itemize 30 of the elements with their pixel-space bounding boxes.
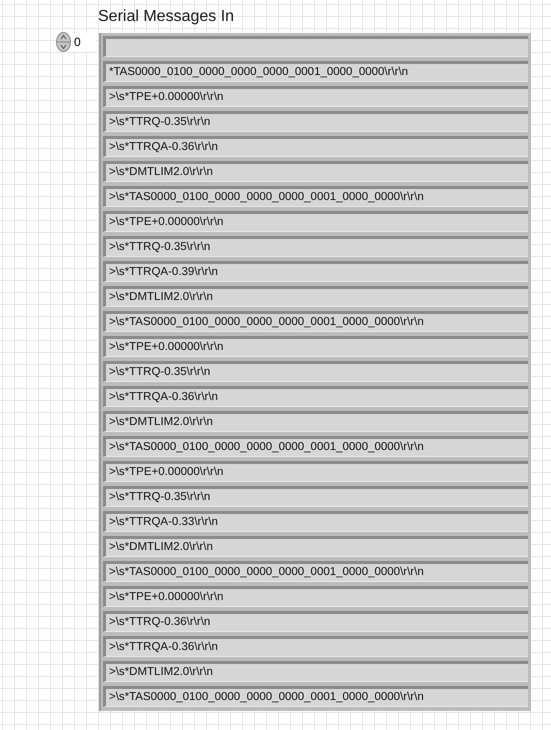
string-element[interactable]: >\s*TTRQ-0.35\r\r\n [103, 361, 528, 382]
string-element[interactable]: >\s*TTRQA-0.33\r\r\n [103, 511, 528, 532]
string-element[interactable]: >\s*DMTLIM2.0\r\r\n [103, 661, 528, 682]
string-element[interactable]: >\s*TAS0000_0100_0000_0000_0000_0001_0000_0000\r\r\n [103, 686, 528, 707]
string-element[interactable]: >\s*DMTLIM2.0\r\r\n [103, 411, 528, 432]
array-label: Serial Messages In [98, 7, 234, 27]
string-element[interactable]: >\s*TTRQ-0.35\r\r\n [103, 111, 528, 132]
string-element[interactable]: >\s*TAS0000_0100_0000_0000_0000_0001_0000_0000\r\r\n [103, 186, 528, 207]
string-element[interactable]: >\s*TTRQ-0.35\r\r\n [103, 236, 528, 257]
string-element[interactable]: >\s*TTRQ-0.35\r\r\n [103, 486, 528, 507]
string-element[interactable]: >\s*TTRQA-0.39\r\r\n [103, 261, 528, 282]
string-element[interactable]: >\s*DMTLIM2.0\r\r\n [103, 536, 528, 557]
string-element[interactable]: >\s*TTRQ-0.36\r\r\n [103, 611, 528, 632]
string-element[interactable]: >\s*TPE+0.00000\r\r\n [103, 86, 528, 107]
string-element[interactable]: >\s*TPE+0.00000\r\r\n [103, 586, 528, 607]
string-element[interactable]: >\s*TPE+0.00000\r\r\n [103, 461, 528, 482]
string-element[interactable]: >\s*TPE+0.00000\r\r\n [103, 211, 528, 232]
string-element[interactable]: >\s*TAS0000_0100_0000_0000_0000_0001_0000_0000\r\r\n [103, 436, 528, 457]
string-element[interactable]: >\s*TAS0000_0100_0000_0000_0000_0001_0000_0000\r\r\n [103, 311, 528, 332]
string-element[interactable]: >\s*TAS0000_0100_0000_0000_0000_0001_0000_0000\r\r\n [103, 561, 528, 582]
string-element[interactable]: >\s*TTRQA-0.36\r\r\n [103, 136, 528, 157]
string-element[interactable]: >\s*TPE+0.00000\r\r\n [103, 336, 528, 357]
string-element[interactable]: >\s*TTRQA-0.36\r\r\n [103, 386, 528, 407]
string-element[interactable]: >\s*DMTLIM2.0\r\r\n [103, 161, 528, 182]
string-element[interactable]: *TAS0000_0100_0000_0000_0000_0001_0000_0000\r\r\n [103, 61, 528, 82]
increment-decrement-icon[interactable] [56, 32, 71, 52]
index-field[interactable]: 0 [71, 33, 96, 51]
string-element[interactable] [103, 36, 528, 57]
string-element[interactable]: >\s*TTRQA-0.36\r\r\n [103, 636, 528, 657]
string-element[interactable]: >\s*DMTLIM2.0\r\r\n [103, 286, 528, 307]
